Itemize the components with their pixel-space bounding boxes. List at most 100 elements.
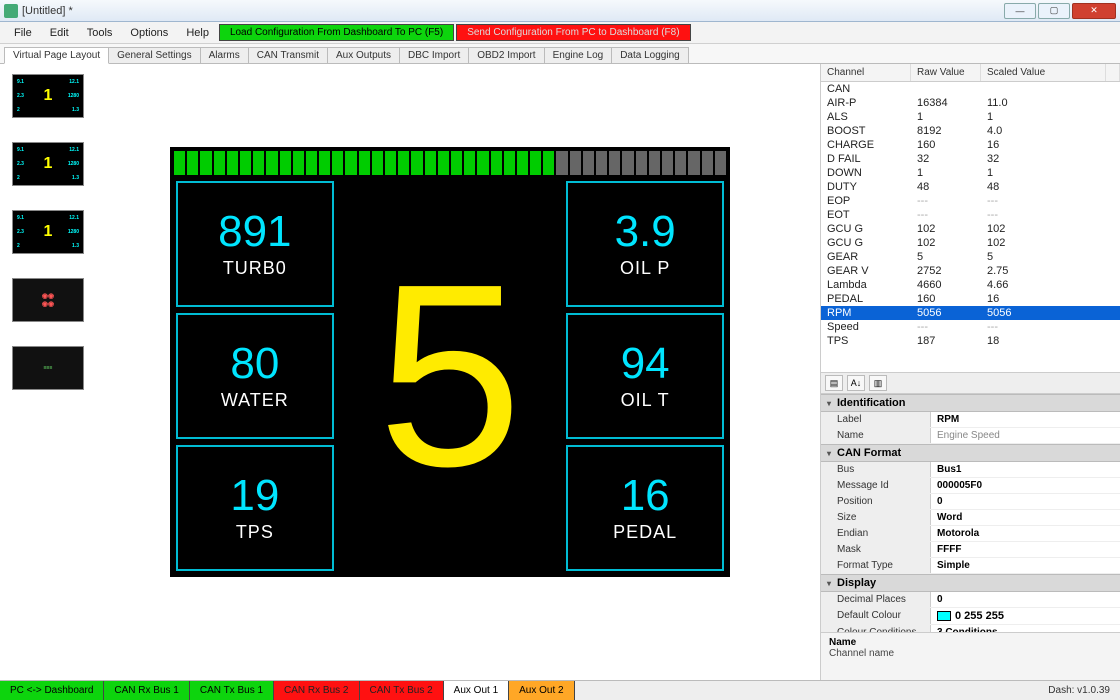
channel-row[interactable]: EOP------ (821, 194, 1120, 208)
channel-row[interactable]: GEAR55 (821, 250, 1120, 264)
thumbnail-page-4[interactable]: ◉◉◉◉ (12, 278, 84, 322)
rpm-segment (174, 151, 185, 175)
prop-position[interactable]: 0 (931, 494, 1120, 509)
tab-dbc-import[interactable]: DBC Import (399, 47, 469, 63)
status-can-tx-bus2[interactable]: CAN Tx Bus 2 (360, 681, 444, 700)
status-pc-dashboard[interactable]: PC <-> Dashboard (0, 681, 104, 700)
rpm-segment (438, 151, 449, 175)
channel-row[interactable]: EOT------ (821, 208, 1120, 222)
prop-size[interactable]: Word (931, 510, 1120, 525)
tab-data-logging[interactable]: Data Logging (611, 47, 689, 63)
maximize-button[interactable]: ▢ (1038, 3, 1070, 19)
prop-name: Engine Speed (931, 428, 1120, 443)
tab-can-transmit[interactable]: CAN Transmit (248, 47, 328, 63)
rpm-segment (715, 151, 726, 175)
channel-row[interactable]: GCU G102102 (821, 236, 1120, 250)
dashboard-display[interactable]: 891TURB0 5 3.9OIL P 80WATER 94OIL T 19TP… (170, 147, 730, 577)
thumbnail-page-3[interactable]: 1 9.112.1 2.31280 21.3 (12, 210, 84, 254)
tab-virtual-page-layout[interactable]: Virtual Page Layout (4, 47, 109, 64)
channel-row[interactable]: TPS18718 (821, 334, 1120, 348)
close-button[interactable]: ✕ (1072, 3, 1116, 19)
prop-decimal-places[interactable]: 0 (931, 592, 1120, 607)
gauge-tps[interactable]: 19TPS (176, 445, 334, 571)
channel-row[interactable]: DOWN11 (821, 166, 1120, 180)
menubar: File Edit Tools Options Help Load Config… (0, 22, 1120, 44)
gauge-gear[interactable]: 5 (340, 181, 561, 571)
property-description: Name Channel name (821, 632, 1120, 680)
channel-row[interactable]: D FAIL3232 (821, 152, 1120, 166)
menu-tools[interactable]: Tools (79, 25, 121, 41)
minimize-button[interactable]: — (1004, 3, 1036, 19)
group-can-format: ▾CAN Format (821, 444, 1120, 462)
status-aux-out1[interactable]: Aux Out 1 (444, 681, 509, 700)
status-bar: PC <-> Dashboard CAN Rx Bus 1 CAN Tx Bus… (0, 680, 1120, 700)
thumbnail-page-5[interactable]: ≡≡≡ (12, 346, 84, 390)
dashboard-preview-area: 891TURB0 5 3.9OIL P 80WATER 94OIL T 19TP… (100, 64, 820, 680)
gauge-water[interactable]: 80WATER (176, 313, 334, 439)
rpm-segment (504, 151, 515, 175)
rpm-segment (662, 151, 673, 175)
thumbnail-page-2[interactable]: 1 9.112.1 2.31280 21.3 (12, 142, 84, 186)
rpm-segment (517, 151, 528, 175)
channel-row[interactable]: Speed------ (821, 320, 1120, 334)
gauge-pedal[interactable]: 16PEDAL (566, 445, 724, 571)
channel-row[interactable]: Lambda46604.66 (821, 278, 1120, 292)
tab-general-settings[interactable]: General Settings (108, 47, 201, 63)
channel-row[interactable]: GCU G102102 (821, 222, 1120, 236)
col-raw[interactable]: Raw Value (911, 64, 981, 81)
channel-row[interactable]: CAN (821, 82, 1120, 96)
rpm-segment (253, 151, 264, 175)
prop-format-type[interactable]: Simple (931, 558, 1120, 573)
rpm-segment (411, 151, 422, 175)
tab-aux-outputs[interactable]: Aux Outputs (327, 47, 400, 63)
tab-alarms[interactable]: Alarms (200, 47, 249, 63)
tab-engine-log[interactable]: Engine Log (544, 47, 613, 63)
channel-row[interactable]: CHARGE16016 (821, 138, 1120, 152)
gauge-oilp[interactable]: 3.9OIL P (566, 181, 724, 307)
status-aux-out2[interactable]: Aux Out 2 (509, 681, 574, 700)
rpm-segment (187, 151, 198, 175)
channel-row[interactable]: RPM50565056 (821, 306, 1120, 320)
gauge-oilt[interactable]: 94OIL T (566, 313, 724, 439)
channel-row[interactable]: PEDAL16016 (821, 292, 1120, 306)
menu-file[interactable]: File (6, 25, 40, 41)
tab-obd2-import[interactable]: OBD2 Import (468, 47, 544, 63)
rpm-segment (649, 151, 660, 175)
page-thumbnails: 1 9.112.1 2.31280 21.3 1 9.112.1 2.31280… (0, 64, 100, 680)
channel-row[interactable]: AIR-P1638411.0 (821, 96, 1120, 110)
send-config-button[interactable]: Send Configuration From PC to Dashboard … (456, 24, 690, 41)
channel-row[interactable]: GEAR V27522.75 (821, 264, 1120, 278)
prop-sort-cat-icon[interactable]: ▤ (825, 375, 843, 391)
prop-bus[interactable]: Bus1 (931, 462, 1120, 477)
prop-mask[interactable]: FFFF (931, 542, 1120, 557)
status-can-rx-bus1[interactable]: CAN Rx Bus 1 (104, 681, 189, 700)
thumbnail-page-1[interactable]: 1 9.112.1 2.31280 21.3 (12, 74, 84, 118)
prop-colour-conditions[interactable]: 3 Conditions (931, 625, 1120, 632)
rpm-segment (332, 151, 343, 175)
menu-edit[interactable]: Edit (42, 25, 77, 41)
status-can-rx-bus2[interactable]: CAN Rx Bus 2 (274, 681, 359, 700)
channel-row[interactable]: BOOST81924.0 (821, 124, 1120, 138)
menu-help[interactable]: Help (178, 25, 217, 41)
rpm-segment (372, 151, 383, 175)
col-channel[interactable]: Channel (821, 64, 911, 81)
col-scaled[interactable]: Scaled Value (981, 64, 1106, 81)
menu-options[interactable]: Options (122, 25, 176, 41)
property-grid[interactable]: ▾Identification LabelRPM NameEngine Spee… (821, 394, 1120, 632)
prop-default-colour[interactable]: 0 255 255 (931, 608, 1120, 624)
prop-pages-icon[interactable]: ▥ (869, 375, 887, 391)
channel-row[interactable]: ALS11 (821, 110, 1120, 124)
rpm-segment (425, 151, 436, 175)
tab-bar: Virtual Page LayoutGeneral SettingsAlarm… (0, 44, 1120, 64)
status-can-tx-bus1[interactable]: CAN Tx Bus 1 (190, 681, 274, 700)
prop-sort-az-icon[interactable]: A↓ (847, 375, 865, 391)
load-config-button[interactable]: Load Configuration From Dashboard To PC … (219, 24, 454, 41)
rpm-segment (200, 151, 211, 175)
prop-message-id[interactable]: 000005F0 (931, 478, 1120, 493)
prop-label[interactable]: RPM (931, 412, 1120, 427)
channel-row[interactable]: DUTY4848 (821, 180, 1120, 194)
channel-list[interactable]: CANAIR-P1638411.0ALS11BOOST81924.0CHARGE… (821, 82, 1120, 372)
prop-endian[interactable]: Motorola (931, 526, 1120, 541)
gauge-turbo[interactable]: 891TURB0 (176, 181, 334, 307)
rpm-segment (280, 151, 291, 175)
